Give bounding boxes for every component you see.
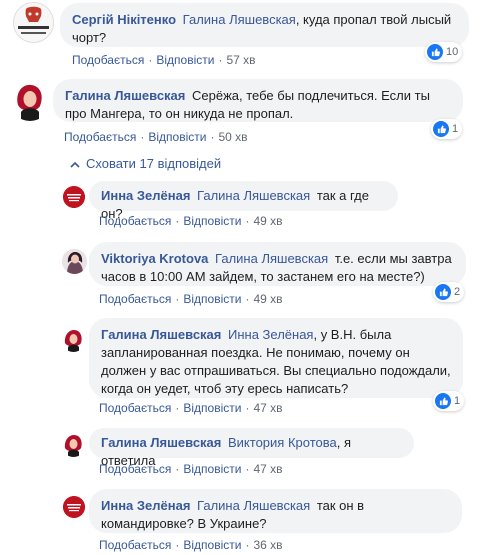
avatar-image xyxy=(61,327,86,352)
thumbs-up-icon xyxy=(433,121,449,137)
reply-actions: Подобається · Відповісти · 49 хв xyxy=(99,292,283,306)
like-button[interactable]: Подобається xyxy=(99,214,171,228)
reply-actions: Подобається · Відповісти · 47 хв xyxy=(99,401,283,415)
comment-actions: Подобається · Відповісти · 57 хв xyxy=(72,53,256,67)
reaction-number: 1 xyxy=(452,123,459,135)
comment-actions: Подобається · Відповісти · 50 хв xyxy=(64,130,248,144)
avatar[interactable] xyxy=(9,79,51,121)
reply-author[interactable]: Инна Зелёная xyxy=(101,498,190,513)
avatar[interactable] xyxy=(62,249,87,274)
reply-author[interactable]: Галина Ляшевская xyxy=(101,327,221,342)
separator: · xyxy=(245,292,250,306)
avatar-image xyxy=(63,496,85,518)
reply-time[interactable]: 47 хв xyxy=(253,462,282,476)
reply-button[interactable]: Відповісти xyxy=(183,462,241,476)
chevron-up-icon xyxy=(70,161,80,168)
reply-time[interactable]: 47 хв xyxy=(253,401,282,415)
reaction-count[interactable]: 1 xyxy=(433,391,465,411)
reply-author[interactable]: Инна Зелёная xyxy=(101,188,190,203)
reply-mention[interactable]: Виктория Кротова xyxy=(228,435,337,450)
comment-bubble: Галина Ляшевская Серёжа, тебе бы подлечи… xyxy=(53,79,463,122)
reply-bubble: Галина Ляшевская Инна Зелёная, у В.Н. бы… xyxy=(89,318,463,398)
reply-mention[interactable]: Галина Ляшевская xyxy=(197,498,310,513)
reaction-number: 10 xyxy=(446,46,459,58)
avatar[interactable] xyxy=(61,327,86,352)
reply-bubble: Галина Ляшевская Виктория Кротова, я отв… xyxy=(89,428,414,468)
avatar[interactable] xyxy=(63,186,85,208)
reaction-number: 2 xyxy=(454,286,461,298)
avatar[interactable] xyxy=(63,496,85,518)
reply-button[interactable]: Відповісти xyxy=(183,292,241,306)
like-button[interactable]: Подобається xyxy=(99,462,171,476)
comment-mention[interactable]: Галина Ляшевская xyxy=(183,12,296,27)
like-button[interactable]: Подобається xyxy=(99,401,171,415)
avatar-image xyxy=(62,249,87,274)
thumbs-up-icon xyxy=(435,393,451,409)
reply-actions: Подобається · Відповісти · 49 хв xyxy=(99,214,283,228)
avatar[interactable] xyxy=(13,2,54,43)
like-button[interactable]: Подобається xyxy=(72,53,144,67)
like-button[interactable]: Подобається xyxy=(99,292,171,306)
avatar-image xyxy=(14,3,53,42)
avatar[interactable] xyxy=(61,432,86,457)
separator: · xyxy=(245,214,250,228)
separator: · xyxy=(175,462,180,476)
separator: · xyxy=(175,401,180,415)
reply-author[interactable]: Галина Ляшевская xyxy=(101,435,221,450)
avatar-image xyxy=(63,186,85,208)
thumbs-up-icon xyxy=(435,284,451,300)
reply-bubble: Viktoriya Krotova Галина Ляшевская т.е. … xyxy=(89,242,466,286)
comment-author[interactable]: Сергій Нікітенко xyxy=(72,12,176,27)
reaction-number: 1 xyxy=(454,395,461,407)
reply-mention[interactable]: Галина Ляшевская xyxy=(215,251,328,266)
comment-bubble: Сергій Нікітенко Галина Ляшевская, куда … xyxy=(60,3,469,47)
separator: · xyxy=(148,53,153,67)
reply-time[interactable]: 49 хв xyxy=(253,292,282,306)
avatar-image xyxy=(61,432,86,457)
hide-replies-link[interactable]: Сховати 17 відповідей xyxy=(70,156,221,171)
reply-author[interactable]: Viktoriya Krotova xyxy=(101,251,208,266)
hide-replies-label: Сховати 17 відповідей xyxy=(86,156,222,171)
comment-author[interactable]: Галина Ляшевская xyxy=(65,88,185,103)
reply-mention[interactable]: Галина Ляшевская xyxy=(197,188,310,203)
reply-bubble: Инна Зелёная Галина Ляшевская так он в к… xyxy=(89,489,462,533)
separator: · xyxy=(140,130,145,144)
reply-button[interactable]: Відповісти xyxy=(156,53,214,67)
reaction-count[interactable]: 1 xyxy=(431,119,463,139)
reply-actions: Подобається · Відповісти · 36 хв xyxy=(99,538,283,552)
separator: · xyxy=(210,130,215,144)
reply-button[interactable]: Відповісти xyxy=(183,538,241,552)
reaction-count[interactable]: 2 xyxy=(433,282,465,302)
reply-actions: Подобається · Відповісти · 47 хв xyxy=(99,462,283,476)
reply-button[interactable]: Відповісти xyxy=(183,401,241,415)
like-button[interactable]: Подобається xyxy=(99,538,171,552)
separator: · xyxy=(175,292,180,306)
reply-button[interactable]: Відповісти xyxy=(183,214,241,228)
comment-time[interactable]: 50 хв xyxy=(218,130,247,144)
reply-time[interactable]: 49 хв xyxy=(253,214,282,228)
reply-bubble: Инна Зелёная Галина Ляшевская так а где … xyxy=(89,181,398,221)
separator: · xyxy=(175,538,180,552)
avatar-image xyxy=(9,79,51,121)
separator: · xyxy=(245,401,250,415)
like-button[interactable]: Подобається xyxy=(64,130,136,144)
reply-button[interactable]: Відповісти xyxy=(148,130,206,144)
reaction-count[interactable]: 10 xyxy=(425,42,463,62)
separator: · xyxy=(175,214,180,228)
thumbs-up-icon xyxy=(427,44,443,60)
separator: · xyxy=(245,538,250,552)
reply-mention[interactable]: Инна Зелёная xyxy=(228,327,313,342)
reply-time[interactable]: 36 хв xyxy=(253,538,282,552)
separator: · xyxy=(218,53,223,67)
comment-time[interactable]: 57 хв xyxy=(226,53,255,67)
separator: · xyxy=(245,462,250,476)
